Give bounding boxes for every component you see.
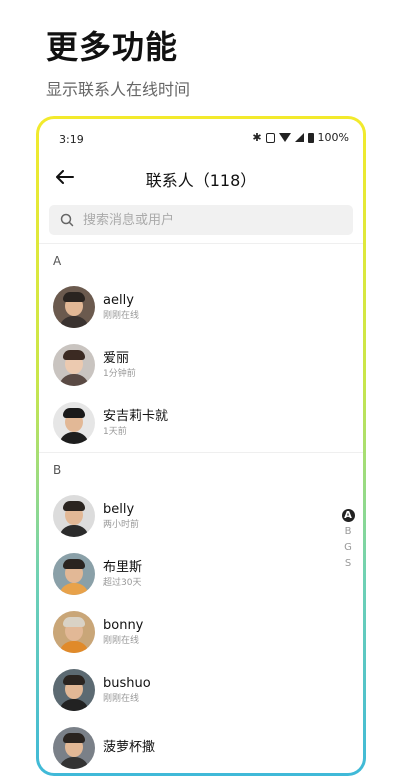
contact-status: 两小时前 (103, 519, 140, 530)
contact-item[interactable]: bonny 刚刚在线 (39, 603, 363, 661)
search-input[interactable] (81, 211, 335, 229)
contact-name: bushuo (103, 675, 151, 691)
index-letter-g[interactable]: G (342, 541, 355, 554)
contact-item[interactable]: belly 两小时前 (39, 487, 363, 545)
contact-name: 菠萝杯撒 (103, 740, 156, 755)
contact-name: bonny (103, 617, 144, 633)
contact-name: 布里斯 (103, 559, 143, 575)
avatar (53, 669, 95, 711)
index-letter-s[interactable]: S (342, 557, 355, 570)
contact-status: 1分钟前 (103, 368, 136, 379)
avatar (53, 553, 95, 595)
contact-name: belly (103, 501, 135, 517)
avatar (53, 286, 95, 328)
battery-percent: 100% (317, 131, 349, 144)
contact-item[interactable]: 安吉莉卡就 1天前 (39, 394, 363, 452)
avatar (53, 402, 95, 444)
contact-item[interactable]: aelly 刚刚在线 (39, 278, 363, 336)
contact-status: 刚刚在线 (103, 693, 140, 704)
promo-subtitle: 显示联系人在线时间 (46, 80, 191, 99)
nav-bar: 联系人（118） (39, 161, 363, 195)
avatar (53, 727, 95, 769)
page-title: 联系人（118） (145, 171, 257, 190)
contact-status: 刚刚在线 (103, 635, 140, 646)
section-header-a: A (53, 254, 62, 268)
battery-icon (307, 132, 314, 143)
contact-name: aelly (103, 292, 134, 308)
avatar (53, 611, 95, 653)
contact-list: A aelly 刚刚在线 爱丽 1分钟前 安吉莉卡就 1天前 B belly 两… (39, 243, 363, 773)
contact-item[interactable]: bushuo 刚刚在线 (39, 661, 363, 719)
avatar (53, 495, 95, 537)
status-time: 3:19 (59, 133, 84, 146)
index-letter-b[interactable]: B (342, 525, 355, 538)
wifi-icon (278, 133, 291, 142)
search-icon (60, 213, 74, 227)
promo-title: 更多功能 (46, 28, 179, 66)
section-header-b: B (53, 463, 62, 477)
contact-item[interactable]: 菠萝杯撒 (39, 719, 363, 773)
avatar (53, 344, 95, 386)
index-letter-a[interactable]: A (341, 509, 355, 522)
contact-status: 超过30天 (103, 577, 142, 588)
contact-name: 安吉莉卡就 (103, 408, 169, 424)
contact-item[interactable]: 布里斯 超过30天 (39, 545, 363, 603)
phone-frame: 3:19 ✱ 100% 联系人（118） 搜索消息或用户 A aelly 刚刚在… (36, 116, 366, 776)
bluetooth-icon: ✱ (252, 130, 262, 144)
vibrate-icon (265, 132, 275, 143)
status-bar: 3:19 ✱ 100% (39, 119, 363, 155)
search-bar[interactable] (49, 205, 353, 235)
status-icons: ✱ 100% (252, 131, 349, 144)
alphabet-index-bar[interactable]: A B G S (341, 509, 355, 570)
cell-signal-icon (294, 133, 304, 142)
contact-status: 刚刚在线 (103, 310, 140, 321)
contact-item[interactable]: 爱丽 1分钟前 (39, 336, 363, 394)
phone-screen: 3:19 ✱ 100% 联系人（118） 搜索消息或用户 A aelly 刚刚在… (39, 119, 363, 773)
contact-status: 1天前 (103, 426, 127, 437)
contact-name: 爱丽 (103, 350, 130, 366)
